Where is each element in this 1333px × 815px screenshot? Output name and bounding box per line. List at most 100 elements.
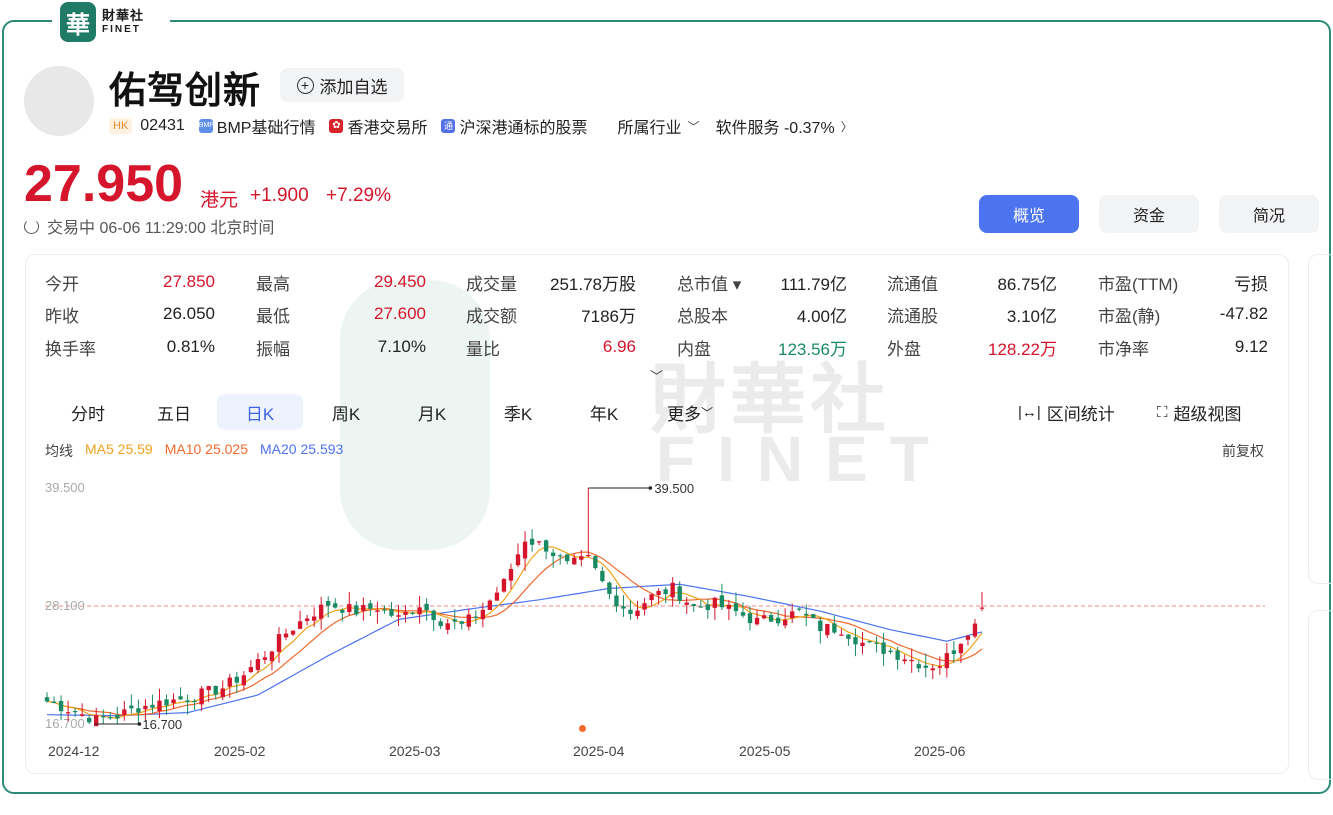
candle-body — [775, 617, 781, 624]
candle-body — [122, 709, 127, 716]
candle-body — [129, 705, 134, 709]
y-tick-label: 39.500 — [45, 480, 85, 495]
candle-body — [101, 716, 106, 718]
candle-body — [719, 595, 725, 608]
candle-body — [937, 666, 942, 668]
candle-body — [65, 712, 71, 714]
candle-body — [691, 604, 696, 606]
candle-body — [136, 708, 141, 713]
candle-body — [705, 604, 711, 611]
candle-body — [164, 699, 169, 706]
candle-body — [797, 608, 802, 610]
candle-body — [290, 630, 296, 635]
candle-body — [192, 700, 197, 703]
candle-body — [558, 555, 563, 557]
candle-body — [234, 676, 239, 683]
candle-body — [958, 643, 964, 654]
x-tick-label: 2025-05 — [739, 743, 791, 759]
candle-body — [452, 619, 457, 622]
candle-body — [72, 711, 78, 713]
candle-body — [445, 623, 450, 630]
candle-body — [333, 603, 338, 608]
candle-body — [79, 714, 85, 716]
candle-body — [649, 594, 654, 601]
kline-chart[interactable]: 39.500 28.100 16.700 2024-12 2025-02 2025-03 2… — [0, 0, 1333, 815]
candle-body — [860, 642, 865, 647]
candle-body — [494, 592, 500, 601]
candle-body — [930, 668, 935, 671]
candle-body — [712, 597, 718, 608]
candle-body — [466, 614, 471, 627]
candle-body — [501, 579, 507, 592]
candle-body — [923, 665, 928, 668]
candle-body — [340, 610, 345, 613]
candle-body — [804, 613, 809, 616]
candle-body — [178, 696, 183, 700]
candle-body — [550, 552, 556, 557]
candle-body — [614, 595, 619, 607]
candle-body — [318, 604, 324, 619]
x-tick-label: 2024-12 — [48, 743, 100, 759]
candle-body — [459, 621, 464, 624]
candle-body — [115, 714, 120, 719]
candle-body — [642, 603, 647, 610]
candle-body — [480, 609, 486, 620]
candle-body — [529, 538, 535, 545]
candle-body — [487, 600, 493, 610]
candle-body — [726, 604, 732, 609]
candle-body — [768, 615, 774, 622]
candle-body — [754, 617, 760, 625]
candle-body — [522, 541, 528, 559]
candle-body — [199, 688, 204, 705]
x-tick-label: 2025-06 — [914, 743, 966, 759]
candle-body — [621, 606, 626, 609]
y-tick-label: 16.700 — [45, 716, 85, 731]
candle-body — [944, 653, 950, 669]
candle-body — [635, 610, 640, 617]
candle-body — [600, 571, 605, 582]
y-tick-label: 28.100 — [45, 598, 85, 613]
max-label: 39.500 — [654, 481, 694, 496]
candle-body — [283, 633, 289, 638]
candle-body — [326, 600, 331, 606]
candle-body — [670, 582, 675, 598]
candle-body — [951, 650, 957, 654]
candle-body — [543, 540, 549, 552]
candle-body — [157, 700, 162, 712]
candle-body — [297, 621, 303, 629]
candle-body — [874, 642, 879, 644]
candle-body — [431, 610, 436, 621]
candle-body — [276, 634, 282, 652]
x-tick-label: 2025-04 — [573, 743, 625, 759]
x-tick-label: 2025-03 — [389, 743, 441, 759]
candle-body — [579, 556, 584, 560]
candle-body — [818, 620, 823, 632]
candle-body — [143, 705, 148, 710]
candle-body — [51, 701, 57, 704]
candle-body — [747, 613, 753, 624]
candle-body — [832, 623, 837, 633]
event-marker[interactable] — [579, 725, 586, 732]
candle-body — [347, 604, 352, 613]
candle-body — [628, 609, 633, 614]
candle-body — [656, 590, 661, 596]
candle-body — [536, 541, 542, 543]
candle-body — [185, 700, 190, 703]
min-label: 16.700 — [142, 717, 182, 732]
candle-body — [684, 602, 689, 605]
min-marker-dot — [137, 722, 142, 726]
candle-body — [403, 611, 408, 615]
candle-body — [424, 603, 429, 611]
candle-body — [206, 686, 211, 691]
candle-body — [782, 619, 788, 626]
candle-body — [909, 659, 914, 662]
candle-body — [227, 677, 232, 687]
candle-body — [361, 605, 366, 611]
candle-body — [262, 657, 268, 660]
candle-body — [269, 651, 275, 662]
candle-body — [916, 664, 921, 669]
candle-body — [663, 589, 668, 595]
candle-body — [790, 611, 795, 619]
candle-body — [761, 615, 767, 619]
candle-body — [396, 615, 401, 617]
